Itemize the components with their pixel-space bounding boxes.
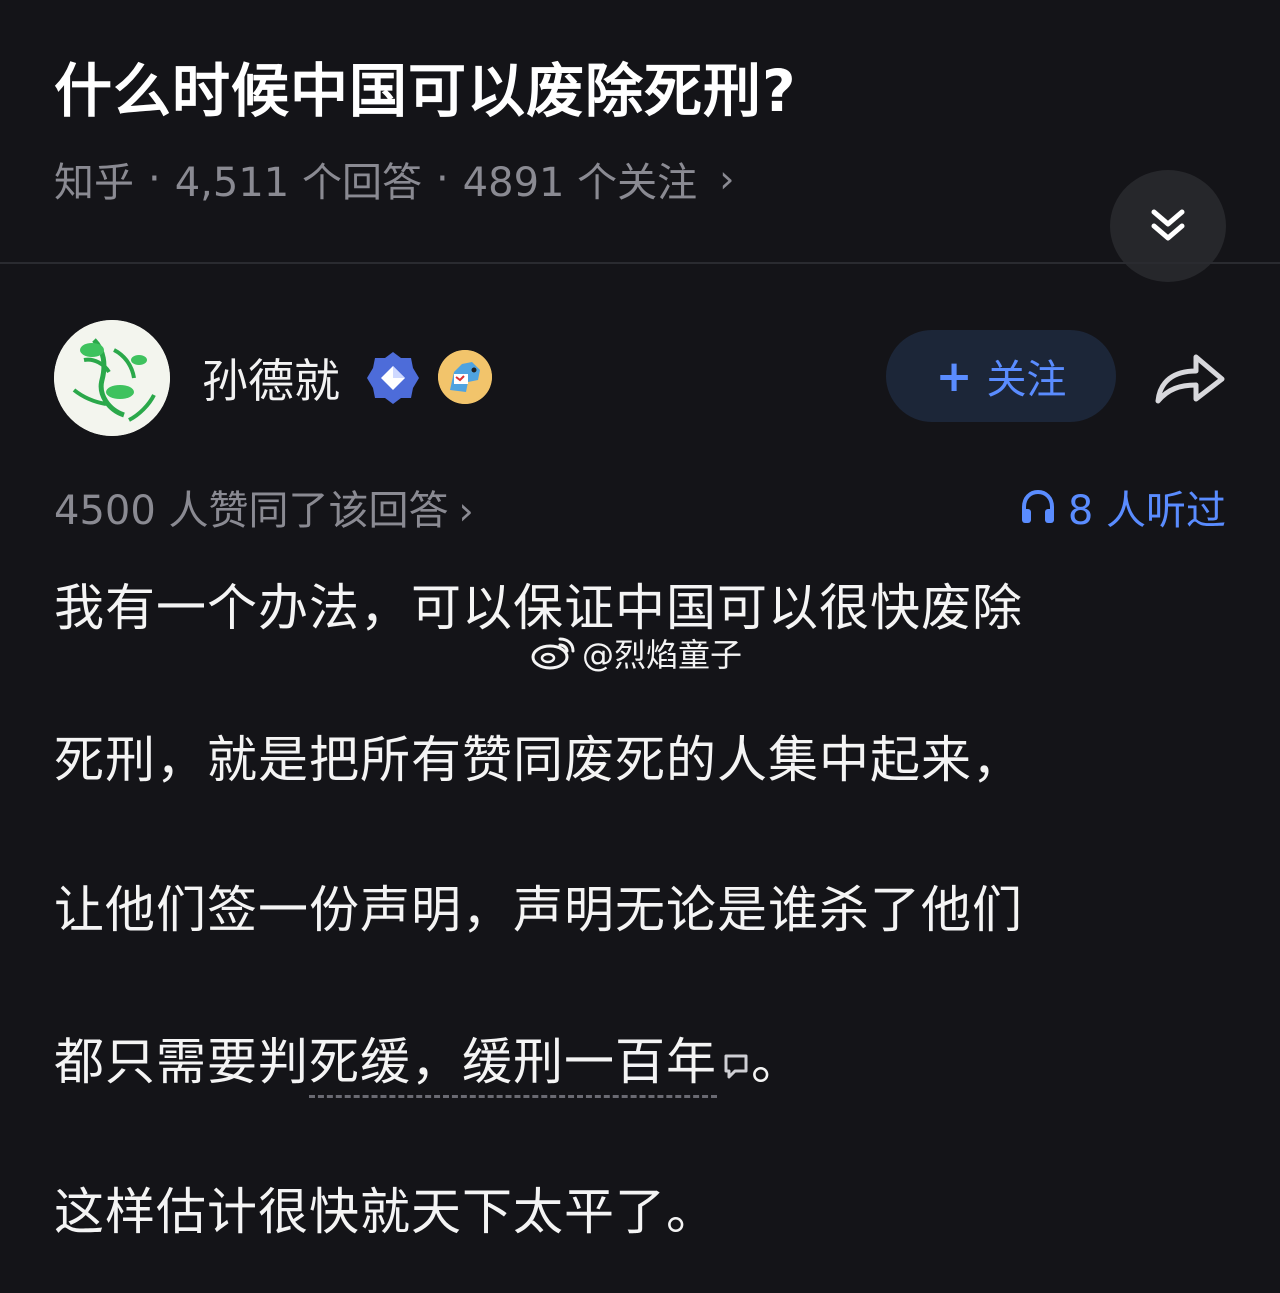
diamond-badge-icon xyxy=(367,352,419,404)
horse-badge-icon xyxy=(438,350,492,404)
upvote-count: 4500 人赞同了该回答 xyxy=(54,488,449,534)
answer-line-4: 都只需要判死缓，缓刑一百年 。 xyxy=(54,1022,802,1098)
answer-line-3: 让他们签一份声明，声明无论是谁杀了他们 xyxy=(54,881,1023,939)
question-title[interactable]: 什么时候中国可以废除死刑? xyxy=(54,44,797,128)
weibo-logo-icon xyxy=(531,637,575,670)
header-divider xyxy=(0,262,1280,264)
plus-icon: + xyxy=(935,350,973,402)
listen-button[interactable]: 8 人听过 xyxy=(1018,478,1226,536)
follow-button[interactable]: + 关注 xyxy=(886,330,1116,422)
annotated-phrase[interactable]: 死缓，缓刑一百年 xyxy=(309,1033,717,1098)
double-chevron-down-icon xyxy=(1151,209,1185,241)
headphones-icon xyxy=(1021,489,1054,523)
chevron-right-icon: › xyxy=(719,157,735,201)
collapse-button[interactable] xyxy=(1110,170,1226,282)
source-label: 知乎 xyxy=(54,160,134,206)
meta-separator: · xyxy=(148,156,161,202)
share-arrow-icon[interactable] xyxy=(1150,345,1230,409)
listen-count: 8 人听过 xyxy=(1067,488,1226,534)
question-meta[interactable]: 知乎 · 4,511 个回答 · 4891 个关注 › xyxy=(54,150,734,208)
line4-prefix: 都只需要判 xyxy=(54,1033,309,1091)
meta-separator: · xyxy=(435,156,449,202)
answer-line-2: 死刑，就是把所有赞同废死的人集中起来， xyxy=(54,731,1023,789)
chevron-right-icon: › xyxy=(458,489,474,533)
watermark: @烈焰童子 xyxy=(530,630,742,676)
watermark-text: @烈焰童子 xyxy=(582,636,743,674)
follower-count: 4891 个关注 xyxy=(462,160,698,206)
answer-line-5: 这样估计很快就天下太平了。 xyxy=(54,1183,717,1241)
answer-count: 4,511 个回答 xyxy=(174,160,422,206)
avatar[interactable] xyxy=(54,320,170,436)
follow-label: 关注 xyxy=(986,357,1067,403)
comment-bubble-icon[interactable] xyxy=(721,1051,751,1081)
line4-suffix: 。 xyxy=(751,1033,802,1091)
upvote-summary[interactable]: 4500 人赞同了该回答 › xyxy=(54,478,474,536)
author-name[interactable]: 孙德就 xyxy=(202,345,340,411)
